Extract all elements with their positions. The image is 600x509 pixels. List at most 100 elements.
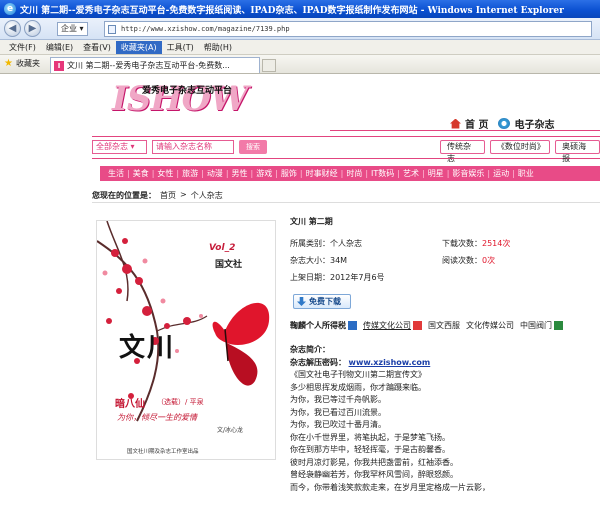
- intro-line: 而今，你带着浅笑款款走来，在岁月里定格成一片云影，: [290, 482, 490, 492]
- nav-home[interactable]: 首 页: [450, 116, 488, 131]
- category-link[interactable]: 明星: [425, 168, 447, 179]
- category-link[interactable]: 美食: [130, 168, 152, 179]
- tab-title: 文川 第二期--爱秀电子杂志互动平台-免费数...: [67, 61, 230, 70]
- category-link[interactable]: 男性: [229, 168, 251, 179]
- category-link[interactable]: 影音娱乐: [449, 168, 487, 179]
- new-tab-button[interactable]: [262, 59, 276, 72]
- password-link[interactable]: www.xzishow.com: [349, 358, 431, 367]
- breadcrumb-home[interactable]: 首页: [160, 190, 176, 201]
- back-button[interactable]: ◀: [4, 20, 21, 37]
- related-links: 鞠麟个人所得税 传媒文化公司 国文西服 文化传媒公司 中国阀门: [290, 320, 600, 331]
- page-icon: [108, 25, 116, 34]
- downloads-value: 2514次: [482, 239, 511, 248]
- home-icon: [450, 118, 461, 129]
- menu-help[interactable]: 帮助(H): [199, 41, 237, 54]
- password-row: 杂志解压密码： www.xzishow.com: [290, 357, 590, 370]
- cover-big-title: 文川: [119, 333, 176, 363]
- favorites-button[interactable]: ★ 收藏夹: [4, 58, 40, 69]
- category-link[interactable]: IT数码: [368, 168, 397, 179]
- magazine-info: 文川 第二期 所属类别：个人杂志 下载次数：2514次 杂志大小：34M 阅读次…: [290, 216, 600, 330]
- category-link[interactable]: 时事财经: [303, 168, 341, 179]
- breadcrumb-current[interactable]: 个人杂志: [191, 190, 223, 201]
- nav-home-label: 首 页: [465, 120, 489, 131]
- menu-view[interactable]: 查看(V): [78, 41, 116, 54]
- window-titlebar: e 文川 第二期--爱秀电子杂志互动平台-免费数字报纸阅读、IPAD杂志、IPA…: [0, 0, 600, 18]
- zone-label: 企业: [61, 24, 77, 33]
- cover-footer: 国文社川期及杂志工作室出品: [127, 449, 199, 455]
- top-nav: 首 页 电子杂志: [450, 116, 554, 131]
- url-text: http://www.xzishow.com/magazine/7139.php: [121, 25, 290, 33]
- category-link[interactable]: 动漫: [204, 168, 226, 179]
- downloads-row: 下载次数：2514次: [442, 238, 510, 249]
- hotlink-digital-fashion[interactable]: 《数位时尚》: [489, 140, 551, 154]
- category-link[interactable]: 艺术: [400, 168, 422, 179]
- category-link[interactable]: 职业: [515, 168, 537, 179]
- address-bar: ◀ ▶ 企业 ▾ http://www.xzishow.com/magazine…: [0, 18, 600, 40]
- cover-tagline: 为你，倾尽一生的爱情: [117, 413, 197, 422]
- size-label: 杂志大小：: [290, 256, 330, 265]
- menu-favorites[interactable]: 收藏夹(A): [115, 40, 162, 54]
- related-link-2-label: 传媒文化公司: [363, 321, 411, 330]
- magazine-intro: 杂志简介： 杂志解压密码： www.xzishow.com 《国文社电子刊物文川…: [290, 344, 590, 494]
- breadcrumb-divider: [92, 202, 600, 203]
- magazine-cover[interactable]: Vol_2 国文社 文川 暗八仙 （选载）/ 平泉 为你，倾尽一生的爱情 文/冰…: [96, 220, 276, 460]
- menu-edit[interactable]: 编辑(E): [41, 41, 78, 54]
- breadcrumb: 您现在的位置是： 首页 > 个人杂志: [92, 190, 223, 201]
- link-icon: [413, 321, 422, 330]
- intro-line: 《国文社电子刊物文川第二期宣传文》: [290, 370, 426, 379]
- cover-publisher: 国文社: [215, 260, 243, 270]
- search-button[interactable]: 搜索: [239, 140, 267, 154]
- related-link-1[interactable]: 鞠麟个人所得税: [290, 320, 357, 331]
- free-download-button[interactable]: 免费下载: [293, 294, 351, 309]
- category-link[interactable]: 运动: [490, 168, 512, 179]
- browser-tab[interactable]: I 文川 第二期--爱秀电子杂志互动平台-免费数...: [50, 57, 260, 73]
- web-page: ISHOW 爱秀电子杂志互动平台 首 页 电子杂志 全部杂志 ▾ 请输入杂志名称…: [0, 74, 600, 509]
- star-icon: ★: [4, 58, 13, 69]
- favorites-label: 收藏夹: [15, 59, 40, 68]
- related-link-4[interactable]: 文化传媒公司: [466, 320, 514, 331]
- magazine-icon: [498, 118, 511, 129]
- related-link-5[interactable]: 中国阀门: [520, 320, 563, 331]
- site-favicon: I: [54, 61, 64, 71]
- intro-line: 为你，我已吹过十番月清。: [290, 420, 386, 429]
- nav-magazines[interactable]: 电子杂志: [498, 116, 554, 131]
- reads-label: 阅读次数：: [442, 256, 482, 265]
- menu-file[interactable]: 文件(F): [4, 41, 41, 54]
- related-link-2[interactable]: 传媒文化公司: [363, 320, 422, 331]
- related-link-3[interactable]: 国文西服: [428, 320, 460, 331]
- intro-line: 你在到那方毕中，轻轻挥毫，于是古韵馨香。: [290, 445, 450, 454]
- search-row: 全部杂志 ▾ 请输入杂志名称 搜索: [92, 140, 267, 154]
- category-value[interactable]: 个人杂志: [330, 239, 362, 248]
- header-divider-3: [92, 158, 600, 159]
- related-link-5-label: 中国阀门: [520, 321, 552, 330]
- nav-magazines-label: 电子杂志: [514, 120, 555, 131]
- search-input[interactable]: 请输入杂志名称: [152, 140, 234, 154]
- url-input[interactable]: http://www.xzishow.com/magazine/7139.php: [104, 21, 592, 37]
- intro-line: 为你，我已看过百川流景。: [290, 407, 386, 417]
- related-link-3-label: 国文西服: [428, 321, 460, 330]
- site-logo[interactable]: ISHOW 爱秀电子杂志互动平台: [112, 81, 248, 117]
- category-link[interactable]: 时尚: [343, 168, 365, 179]
- forward-button[interactable]: ▶: [24, 20, 41, 37]
- category-link[interactable]: 服饰: [278, 168, 300, 179]
- reads-value: 0次: [482, 256, 496, 265]
- category-link[interactable]: 女性: [154, 168, 176, 179]
- category-link[interactable]: 游戏: [253, 168, 275, 179]
- category-link[interactable]: 旅游: [179, 168, 201, 179]
- cover-vol: Vol_2: [209, 243, 236, 253]
- hot-links: 传统杂志 《数位时尚》 奥硕海报: [440, 140, 600, 163]
- date-row: 上架日期：2012年7月6号: [290, 272, 385, 283]
- hotlink-poster[interactable]: 奥硕海报: [555, 140, 600, 163]
- cover-author: 文/冰心龙: [217, 427, 244, 434]
- category-label: 所属类别：: [290, 239, 330, 248]
- category-link[interactable]: 生活: [105, 168, 127, 179]
- menu-bar: 文件(F) 编辑(E) 查看(V) 收藏夹(A) 工具(T) 帮助(H): [0, 40, 600, 55]
- downloads-label: 下载次数：: [442, 239, 482, 248]
- menu-tools[interactable]: 工具(T): [162, 41, 199, 54]
- category-bar: 生活 | 美食 | 女性 | 旅游 | 动漫 | 男性 | 游戏 | 服饰 | 时事财经 | 时尚 | IT数码 | 艺术 |…: [100, 166, 600, 181]
- category-row: 所属类别：个人杂志: [290, 238, 362, 249]
- zone-dropdown[interactable]: 企业 ▾: [57, 22, 88, 36]
- search-category-select[interactable]: 全部杂志 ▾: [92, 140, 147, 154]
- favorites-bar: ★ 收藏夹 I 文川 第二期--爱秀电子杂志互动平台-免费数...: [0, 55, 600, 74]
- hotlink-traditional[interactable]: 传统杂志: [440, 140, 485, 163]
